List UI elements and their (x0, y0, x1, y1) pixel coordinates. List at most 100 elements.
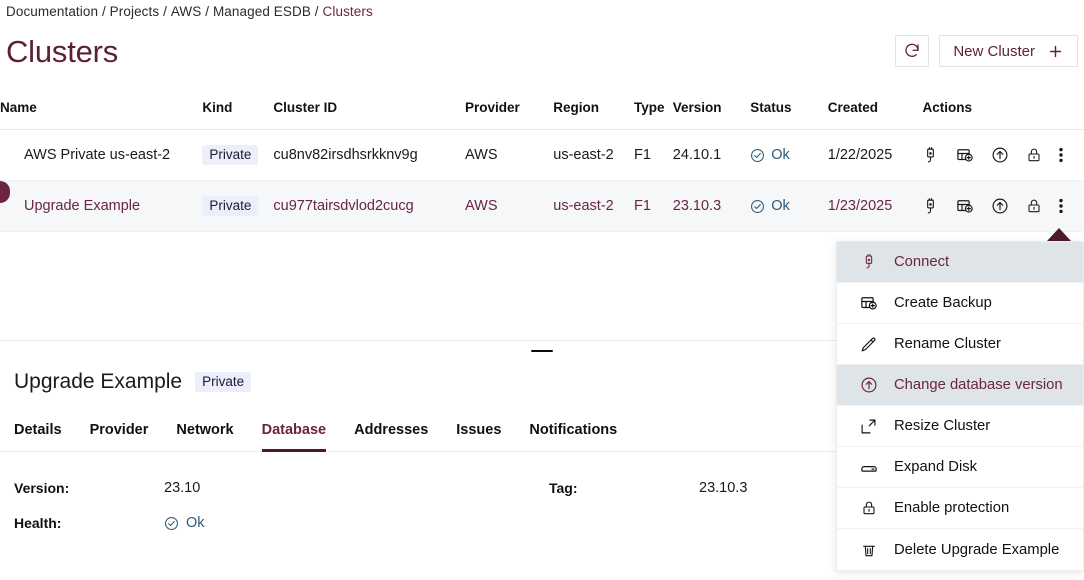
tab-addresses[interactable]: Addresses (354, 422, 428, 452)
tab-notifications[interactable]: Notifications (529, 422, 617, 452)
status-label: Ok (771, 147, 790, 163)
region-value: us-east-2 (553, 198, 613, 214)
region-value: us-east-2 (553, 147, 613, 163)
column-header-kind[interactable]: Kind (202, 92, 273, 130)
more-options-icon[interactable] (1059, 198, 1063, 214)
check-circle-icon (750, 148, 765, 163)
menu-item-connect[interactable]: Connect (837, 242, 1083, 283)
cell-actions (922, 181, 1084, 232)
connect-icon[interactable] (922, 147, 939, 164)
new-cluster-button[interactable]: New Cluster (939, 35, 1078, 67)
tab-network[interactable]: Network (176, 422, 233, 452)
created-value: 1/23/2025 (828, 198, 893, 214)
column-header-name[interactable]: Name (0, 92, 202, 130)
cell-region: us-east-2 (553, 181, 634, 232)
menu-item-rename-cluster[interactable]: Rename Cluster (837, 324, 1083, 365)
column-header-region[interactable]: Region (553, 92, 634, 130)
breadcrumb-item-aws[interactable]: AWS (171, 4, 202, 19)
cell-actions (922, 130, 1084, 181)
version-label: Version: (14, 480, 164, 496)
breadcrumb-item-documentation[interactable]: Documentation (6, 4, 98, 19)
menu-item-label: Delete Upgrade Example (894, 542, 1059, 558)
table-body: AWS Private us-east-2 Private cu8nv82irs… (0, 130, 1084, 232)
trash-icon (859, 542, 878, 558)
cell-status: Ok (750, 130, 828, 181)
cell-region: us-east-2 (553, 130, 634, 181)
tab-details[interactable]: Details (14, 422, 62, 452)
cell-version: 24.10.1 (673, 130, 751, 181)
breadcrumb-item-managed-esdb[interactable]: Managed ESDB (213, 4, 311, 19)
breadcrumb: Documentation / Projects / AWS / Managed… (6, 0, 373, 22)
health-value: Ok (186, 515, 205, 531)
breadcrumb-separator: / (311, 4, 323, 19)
menu-item-change-database-version[interactable]: Change database version (837, 365, 1083, 406)
tab-provider[interactable]: Provider (90, 422, 149, 452)
menu-item-label: Enable protection (894, 500, 1009, 516)
lock-icon[interactable] (1026, 198, 1042, 214)
provider-value: AWS (465, 198, 498, 214)
refresh-icon (903, 42, 921, 60)
create-backup-icon[interactable] (956, 197, 974, 215)
create-backup-icon[interactable] (956, 146, 974, 164)
version-value: 23.10 (164, 480, 549, 496)
more-options-icon[interactable] (1059, 147, 1063, 163)
change-version-icon[interactable] (991, 197, 1009, 215)
table-row[interactable]: AWS Private us-east-2 Private cu8nv82irs… (0, 130, 1084, 181)
menu-item-label: Expand Disk (894, 459, 977, 475)
selected-row-marker (0, 181, 10, 203)
cell-type: F1 (634, 130, 673, 181)
column-header-type[interactable]: Type (634, 92, 673, 130)
menu-caret (1047, 228, 1071, 241)
change-version-icon[interactable] (991, 146, 1009, 164)
lock-icon[interactable] (1026, 147, 1042, 163)
disk-icon (859, 458, 878, 476)
cell-created: 1/22/2025 (828, 130, 923, 181)
cell-cluster-id: cu8nv82irsdhsrkknv9g (273, 130, 465, 181)
menu-item-resize-cluster[interactable]: Resize Cluster (837, 406, 1083, 447)
cell-provider: AWS (465, 130, 553, 181)
cell-kind: Private (202, 181, 273, 232)
row-actions (922, 197, 1084, 215)
menu-item-label: Change database version (894, 377, 1063, 393)
cell-version: 23.10.3 (673, 181, 751, 232)
menu-item-enable-protection[interactable]: Enable protection (837, 488, 1083, 529)
create-backup-icon (859, 294, 878, 312)
column-header-version[interactable]: Version (673, 92, 751, 130)
connect-icon[interactable] (922, 198, 939, 215)
breadcrumb-item-projects[interactable]: Projects (110, 4, 160, 19)
kind-badge: Private (202, 196, 258, 217)
connect-icon (859, 254, 878, 270)
menu-item-delete-cluster[interactable]: Delete Upgrade Example (837, 529, 1083, 570)
breadcrumb-item-clusters[interactable]: Clusters (323, 4, 373, 19)
cluster-id-value[interactable]: cu977tairsdvlod2cucg (273, 198, 413, 214)
refresh-button[interactable] (895, 35, 929, 67)
cluster-name[interactable]: AWS Private us-east-2 (24, 147, 170, 163)
detail-kind-badge: Private (195, 372, 251, 393)
clusters-table: Name Kind Cluster ID Provider Region Typ… (0, 92, 1084, 232)
detail-title: Upgrade Example (14, 370, 182, 394)
status-badge: Ok (750, 198, 828, 214)
kind-badge: Private (202, 145, 258, 166)
cell-name: Upgrade Example (0, 181, 202, 232)
version-value: 23.10.3 (673, 198, 721, 214)
pencil-icon (859, 336, 878, 353)
column-header-created[interactable]: Created (828, 92, 923, 130)
page-header-actions: New Cluster (895, 35, 1078, 67)
column-header-cluster-id[interactable]: Cluster ID (273, 92, 465, 130)
tab-issues[interactable]: Issues (456, 422, 501, 452)
table-row[interactable]: Upgrade Example Private cu977tairsdvlod2… (0, 181, 1084, 232)
health-status: Ok (164, 515, 549, 531)
menu-item-create-backup[interactable]: Create Backup (837, 283, 1083, 324)
column-header-provider[interactable]: Provider (465, 92, 553, 130)
page-title: Clusters (6, 36, 118, 67)
cluster-name[interactable]: Upgrade Example (24, 198, 140, 214)
tab-database[interactable]: Database (262, 422, 326, 452)
cluster-id-value[interactable]: cu8nv82irsdhsrkknv9g (273, 147, 417, 163)
resize-icon (859, 418, 878, 435)
new-cluster-label: New Cluster (953, 43, 1035, 60)
provider-value: AWS (465, 147, 498, 163)
column-header-actions: Actions (922, 92, 1084, 130)
menu-item-expand-disk[interactable]: Expand Disk (837, 447, 1083, 488)
column-header-status[interactable]: Status (750, 92, 828, 130)
breadcrumb-separator: / (159, 4, 171, 19)
